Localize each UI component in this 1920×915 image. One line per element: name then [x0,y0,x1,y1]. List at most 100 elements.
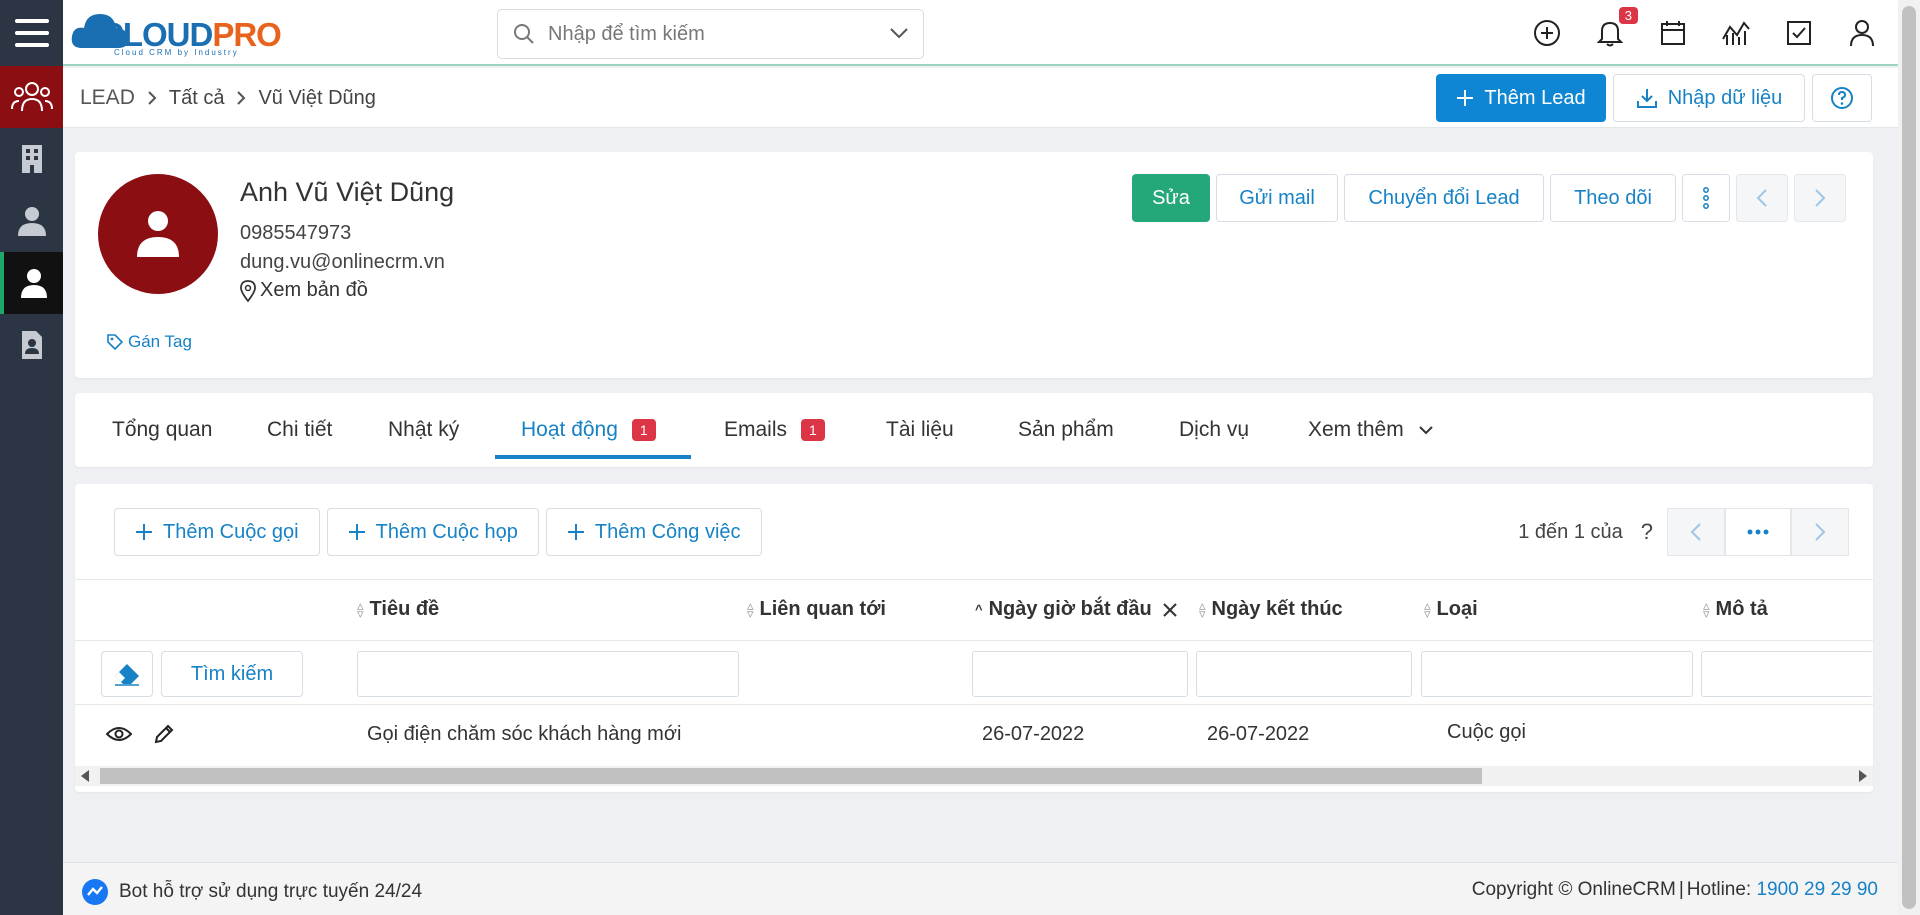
user-profile-icon[interactable] [1845,17,1878,50]
clear-filter-button[interactable] [101,651,153,697]
send-mail-button[interactable]: Gửi mail [1216,174,1338,222]
pencil-icon[interactable] [153,723,175,745]
edit-button[interactable]: Sửa [1132,174,1210,222]
building-icon [21,145,42,173]
tab-badge: 1 [631,419,656,441]
header-actions: Thêm Lead Nhập dữ liệu [1436,74,1872,122]
table-header: ▵ ▿ Tiêu đề ▵ ▿ Liên quan tới ^ Ngày giờ bắt … [75,579,1873,641]
global-search[interactable] [497,9,924,59]
chart-icon[interactable] [1719,17,1752,50]
pagination-info: 1 đến 1 của [1518,520,1623,543]
tab-label: Tài liệu [886,418,954,441]
help-circle-icon [1831,87,1853,109]
tag-icon [107,334,124,351]
tab-details[interactable]: Chi tiết [267,393,332,467]
filter-start-date-input[interactable] [972,651,1188,697]
sidebar-item-contacts[interactable] [0,190,63,252]
horizontal-scrollbar[interactable] [75,766,1873,786]
support-bot-link[interactable]: Bot hỗ trợ sử dụng trực tuyến 24/24 [81,878,422,906]
sidebar-item-users[interactable] [0,66,63,128]
column-start-datetime[interactable]: ^ Ngày giờ bắt đầu [975,598,1178,621]
follow-button[interactable]: Theo dõi [1550,174,1676,222]
next-record-button[interactable] [1794,174,1846,222]
chevron-down-icon[interactable] [889,26,909,40]
sidebar-item-documents[interactable] [0,314,63,376]
chevron-right-icon [237,91,246,105]
messenger-icon [82,879,108,905]
tab-documents[interactable]: Tài liệu [886,393,954,467]
page-jump-button[interactable] [1725,508,1791,556]
search-input[interactable] [548,18,868,50]
user-avatar-icon [137,211,179,257]
tab-label: Dịch vụ [1179,418,1250,441]
tab-label: Tổng quan [112,418,213,441]
task-check-icon[interactable] [1782,17,1815,50]
clear-sort-icon[interactable] [1162,602,1178,618]
calendar-icon[interactable] [1656,17,1689,50]
breadcrumb-all[interactable]: Tất cả [169,87,225,110]
tab-label: Chi tiết [267,418,333,441]
filter-end-date-input[interactable] [1196,651,1412,697]
tab-log[interactable]: Nhật ký [388,393,459,467]
previous-record-button[interactable] [1736,174,1788,222]
pagination: 1 đến 1 của ? [1518,508,1849,556]
support-bot-label: Bot hỗ trợ sử dụng trực tuyến 24/24 [119,881,423,902]
cell-title[interactable]: Gọi điện chăm sóc khách hàng mới [367,723,681,746]
activity-add-buttons: Thêm Cuộc gọi Thêm Cuộc họp Thêm Công vi… [114,508,762,556]
lead-phone[interactable]: 0985547973 [240,222,351,245]
tab-emails[interactable]: Emails 1 [724,393,825,467]
more-actions-button[interactable] [1682,174,1730,222]
bell-icon[interactable]: 3 [1593,6,1638,50]
tab-overview[interactable]: Tổng quan [112,393,212,467]
view-map-link[interactable]: Xem bản đồ [240,279,368,302]
hotline-link[interactable]: 1900 29 29 90 [1756,879,1878,900]
horizontal-scroll-thumb[interactable] [100,768,1482,784]
assign-tag-link[interactable]: Gán Tag [106,332,192,352]
column-description[interactable]: ▵ ▿ Mô tả [1703,598,1768,621]
sidebar-item-organizations[interactable] [0,128,63,190]
tab-services[interactable]: Dịch vụ [1179,393,1249,467]
tab-label: Sản phẩm [1018,418,1114,441]
column-end-date[interactable]: ▵ ▿ Ngày kết thúc [1199,598,1343,621]
column-related[interactable]: ▵ ▿ Liên quan tới [747,598,886,621]
hamburger-line [14,43,49,47]
sort-icon: ▵ ▿ [1199,597,1206,621]
scroll-left-icon[interactable] [81,770,91,782]
active-tab-indicator [495,455,691,459]
add-call-button[interactable]: Thêm Cuộc gọi [114,508,320,556]
tab-products[interactable]: Sản phẩm [1018,393,1114,467]
menu-toggle-button[interactable] [0,0,63,66]
add-task-button[interactable]: Thêm Công việc [545,508,762,556]
next-page-button[interactable] [1791,508,1849,556]
add-lead-button[interactable]: Thêm Lead [1436,74,1606,122]
chevron-right-icon [1815,523,1826,541]
vertical-scroll-thumb[interactable] [1902,6,1916,909]
profile-actions: Sửa Gửi mail Chuyển đổi Lead Theo dõi [1132,174,1846,222]
avatar[interactable] [98,174,218,294]
column-type[interactable]: ▵ ▿ Loại [1424,598,1478,621]
lead-name: Anh Vũ Việt Dũng [240,177,455,207]
help-button[interactable] [1812,74,1872,122]
import-data-button[interactable]: Nhập dữ liệu [1613,74,1805,122]
add-circle-icon[interactable] [1530,17,1563,50]
app-logo[interactable]: CLOUDPRO Cloud CRM by Industry [70,6,300,58]
column-label: Ngày kết thúc [1211,598,1343,620]
sidebar-item-leads[interactable] [0,252,63,314]
breadcrumb-root[interactable]: LEAD [80,86,135,110]
previous-page-button[interactable] [1667,508,1725,556]
pagination-help[interactable]: ? [1641,519,1653,545]
scroll-right-icon[interactable] [1857,770,1867,782]
filter-search-button[interactable]: Tìm kiếm [161,651,303,697]
filter-title-input[interactable] [357,651,739,697]
tab-more[interactable]: Xem thêm [1308,393,1434,467]
eye-icon[interactable] [106,725,132,743]
column-title[interactable]: ▵ ▿ Tiêu đề [357,598,439,621]
tab-label: Nhật ký [388,418,460,441]
filter-description-input[interactable] [1701,651,1873,697]
vertical-scrollbar[interactable] [1898,0,1920,915]
add-meeting-button[interactable]: Thêm Cuộc họp [326,508,539,556]
convert-lead-button[interactable]: Chuyển đổi Lead [1344,174,1544,222]
filter-type-input[interactable] [1421,651,1693,697]
eraser-icon [115,664,139,686]
lead-email[interactable]: dung.vu@onlinecrm.vn [240,251,445,274]
